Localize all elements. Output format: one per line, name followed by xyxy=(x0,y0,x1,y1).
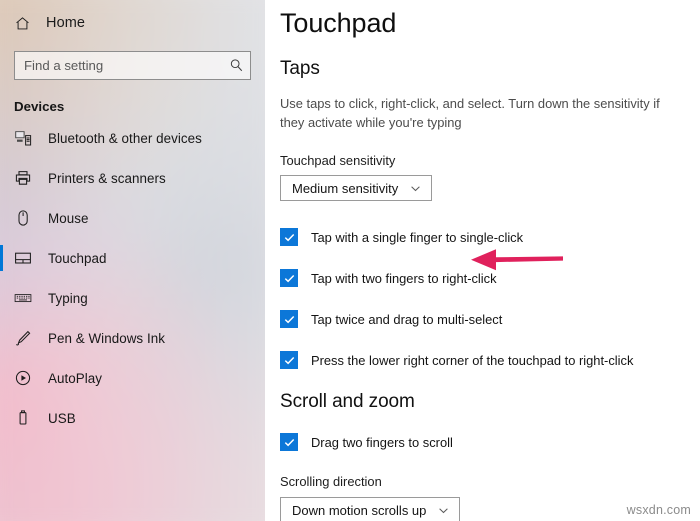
dropdown-value: Medium sensitivity xyxy=(292,180,399,196)
checkbox-label: Drag two fingers to scroll xyxy=(311,434,453,450)
printer-icon xyxy=(14,169,32,187)
sidebar-item-touchpad[interactable]: Touchpad xyxy=(0,238,265,278)
checkbox-row-two-finger-right-click[interactable]: Tap with two fingers to right-click xyxy=(280,268,700,288)
taps-description: Use taps to click, right-click, and sele… xyxy=(280,96,660,131)
taps-checkbox-list: Tap with a single finger to single-click… xyxy=(280,227,700,370)
page-title: Touchpad xyxy=(280,8,397,38)
checkbox-checked-icon[interactable] xyxy=(280,433,298,452)
sidebar-item-label: Touchpad xyxy=(48,250,107,266)
dropdown-value: Down motion scrolls up xyxy=(292,502,427,518)
sidebar-item-mouse[interactable]: Mouse xyxy=(0,198,265,238)
keyboard-icon xyxy=(14,289,32,307)
pen-icon xyxy=(14,329,32,347)
home-icon xyxy=(14,15,31,32)
sidebar-item-usb[interactable]: USB xyxy=(0,398,265,438)
search-box[interactable] xyxy=(14,51,251,80)
bluetooth-devices-icon xyxy=(14,129,32,147)
sensitivity-label: Touchpad sensitivity xyxy=(280,153,396,169)
sidebar-item-label: Bluetooth & other devices xyxy=(48,130,202,146)
touchpad-icon xyxy=(14,249,32,267)
sidebar-item-typing[interactable]: Typing xyxy=(0,278,265,318)
sidebar-item-pen[interactable]: Pen & Windows Ink xyxy=(0,318,265,358)
mouse-icon xyxy=(14,209,32,227)
sidebar-section-title: Devices xyxy=(14,99,65,114)
usb-icon xyxy=(14,409,32,427)
scrolling-direction-dropdown[interactable]: Down motion scrolls up xyxy=(280,497,461,521)
sidebar-item-printers[interactable]: Printers & scanners xyxy=(0,158,265,198)
home-label: Home xyxy=(46,15,86,31)
checkbox-label: Tap twice and drag to multi-select xyxy=(311,311,503,327)
checkbox-label: Tap with a single finger to single-click xyxy=(311,229,524,245)
search-icon[interactable] xyxy=(229,58,244,73)
sidebar-item-label: Pen & Windows Ink xyxy=(48,330,165,346)
scroll-and-zoom-heading: Scroll and zoom xyxy=(280,391,415,413)
touchpad-sensitivity-dropdown[interactable]: Medium sensitivity xyxy=(280,175,433,202)
checkbox-label: Tap with two fingers to right-click xyxy=(311,270,497,286)
checkbox-checked-icon[interactable] xyxy=(280,228,298,247)
scroll-checkbox-list: Drag two fingers to scroll xyxy=(280,432,700,452)
sidebar-item-label: USB xyxy=(48,410,76,426)
sidebar-item-bluetooth[interactable]: Bluetooth & other devices xyxy=(0,118,265,158)
search-input[interactable] xyxy=(24,52,229,79)
checkbox-label: Press the lower right corner of the touc… xyxy=(311,352,634,368)
sidebar-item-label: Printers & scanners xyxy=(48,170,166,186)
checkbox-checked-icon[interactable] xyxy=(280,269,298,288)
taps-heading: Taps xyxy=(280,58,320,79)
checkbox-row-lower-right-corner[interactable]: Press the lower right corner of the touc… xyxy=(280,350,700,370)
sidebar-item-autoplay[interactable]: AutoPlay xyxy=(0,358,265,398)
sidebar: Home Devices xyxy=(0,0,265,521)
autoplay-icon xyxy=(14,369,32,387)
settings-window: Home Devices xyxy=(0,0,700,521)
checkbox-row-multi-select[interactable]: Tap twice and drag to multi-select xyxy=(280,309,700,329)
sidebar-item-label: Mouse xyxy=(48,210,89,226)
sidebar-nav-list: Bluetooth & other devices Printers & sca… xyxy=(0,118,265,438)
checkbox-checked-icon[interactable] xyxy=(280,310,298,329)
watermark: wsxdn.com xyxy=(626,503,691,517)
sidebar-item-label: AutoPlay xyxy=(48,370,102,386)
sidebar-item-label: Typing xyxy=(48,290,88,306)
chevron-down-icon xyxy=(409,182,422,195)
home-button[interactable]: Home xyxy=(0,8,265,38)
checkbox-row-drag-two-fingers-scroll[interactable]: Drag two fingers to scroll xyxy=(280,432,700,452)
checkbox-checked-icon[interactable] xyxy=(280,351,298,370)
checkbox-row-single-click[interactable]: Tap with a single finger to single-click xyxy=(280,227,700,247)
chevron-down-icon xyxy=(437,504,450,517)
main-content: Touchpad Taps Use taps to click, right-c… xyxy=(265,0,700,521)
scrolling-direction-label: Scrolling direction xyxy=(280,474,382,490)
